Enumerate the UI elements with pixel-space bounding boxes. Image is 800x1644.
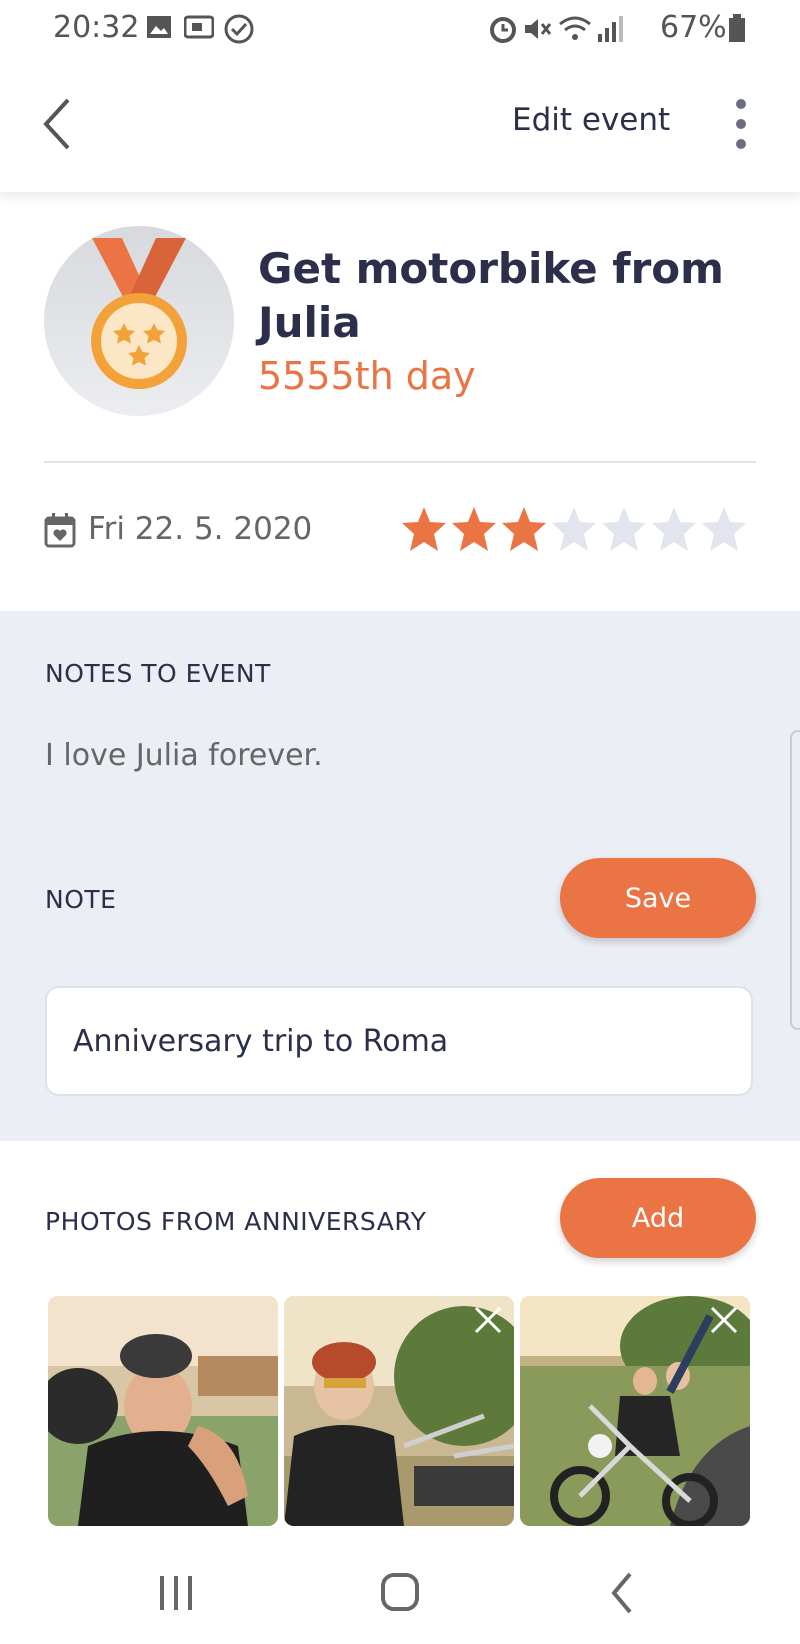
home-icon — [381, 1573, 419, 1611]
check-circle-icon — [224, 14, 254, 48]
nav-back-button[interactable] — [596, 1568, 656, 1618]
note-input[interactable] — [45, 986, 753, 1096]
mute-icon — [522, 14, 552, 48]
star-filled-icon[interactable] — [500, 505, 548, 555]
calendar-icon — [44, 512, 76, 552]
star-filled-icon[interactable] — [400, 505, 448, 555]
scroll-handle[interactable] — [790, 730, 800, 1030]
event-day-count: 5555th day — [258, 354, 476, 398]
notes-heading: NOTES TO EVENT — [45, 659, 271, 688]
star-empty-icon[interactable] — [600, 505, 648, 555]
event-date: Fri 22. 5. 2020 — [88, 511, 313, 547]
back-button[interactable] — [36, 94, 80, 154]
chevron-left-icon — [43, 98, 70, 150]
note-label: NOTE — [45, 885, 117, 914]
image-icon — [146, 14, 172, 44]
edit-event-button[interactable]: Edit event — [512, 102, 670, 138]
system-nav-bar — [0, 1540, 800, 1644]
star-rating[interactable] — [400, 505, 748, 555]
back-icon — [611, 1572, 632, 1614]
recent-apps-button[interactable] — [146, 1568, 206, 1618]
star-filled-icon[interactable] — [450, 505, 498, 555]
home-button[interactable] — [370, 1568, 430, 1618]
photo-couple-hug[interactable] — [48, 1296, 278, 1526]
medal-icon — [44, 226, 234, 416]
more-vertical-icon — [736, 99, 746, 149]
close-icon[interactable] — [468, 1300, 508, 1340]
star-empty-icon[interactable] — [550, 505, 598, 555]
alarm-icon — [488, 14, 518, 48]
status-bar: 20:32 67% — [0, 0, 800, 58]
photo-man-helmet[interactable] — [284, 1296, 514, 1526]
notes-panel: NOTES TO EVENT I love Julia forever. NOT… — [0, 611, 800, 1141]
status-time: 20:32 — [53, 10, 140, 45]
recent-apps-icon — [160, 1576, 192, 1610]
app-bar: Edit event — [0, 58, 800, 192]
divider — [44, 461, 756, 463]
battery-icon — [728, 14, 746, 48]
star-empty-icon[interactable] — [700, 505, 748, 555]
signal-icon — [596, 14, 624, 48]
photo-couple-on-motorbike[interactable] — [520, 1296, 750, 1526]
add-photo-button[interactable]: Add — [560, 1178, 756, 1258]
photos-heading: PHOTOS FROM ANNIVERSARY — [45, 1207, 427, 1236]
event-title: Get motorbike from Julia — [258, 244, 724, 347]
cast-icon — [183, 14, 215, 44]
more-options-button[interactable] — [726, 96, 756, 152]
save-button[interactable]: Save — [560, 858, 756, 938]
wifi-icon — [558, 14, 592, 48]
battery-percent: 67% — [660, 10, 727, 45]
star-empty-icon[interactable] — [650, 505, 698, 555]
notes-text: I love Julia forever. — [45, 738, 323, 773]
close-icon[interactable] — [704, 1300, 744, 1340]
